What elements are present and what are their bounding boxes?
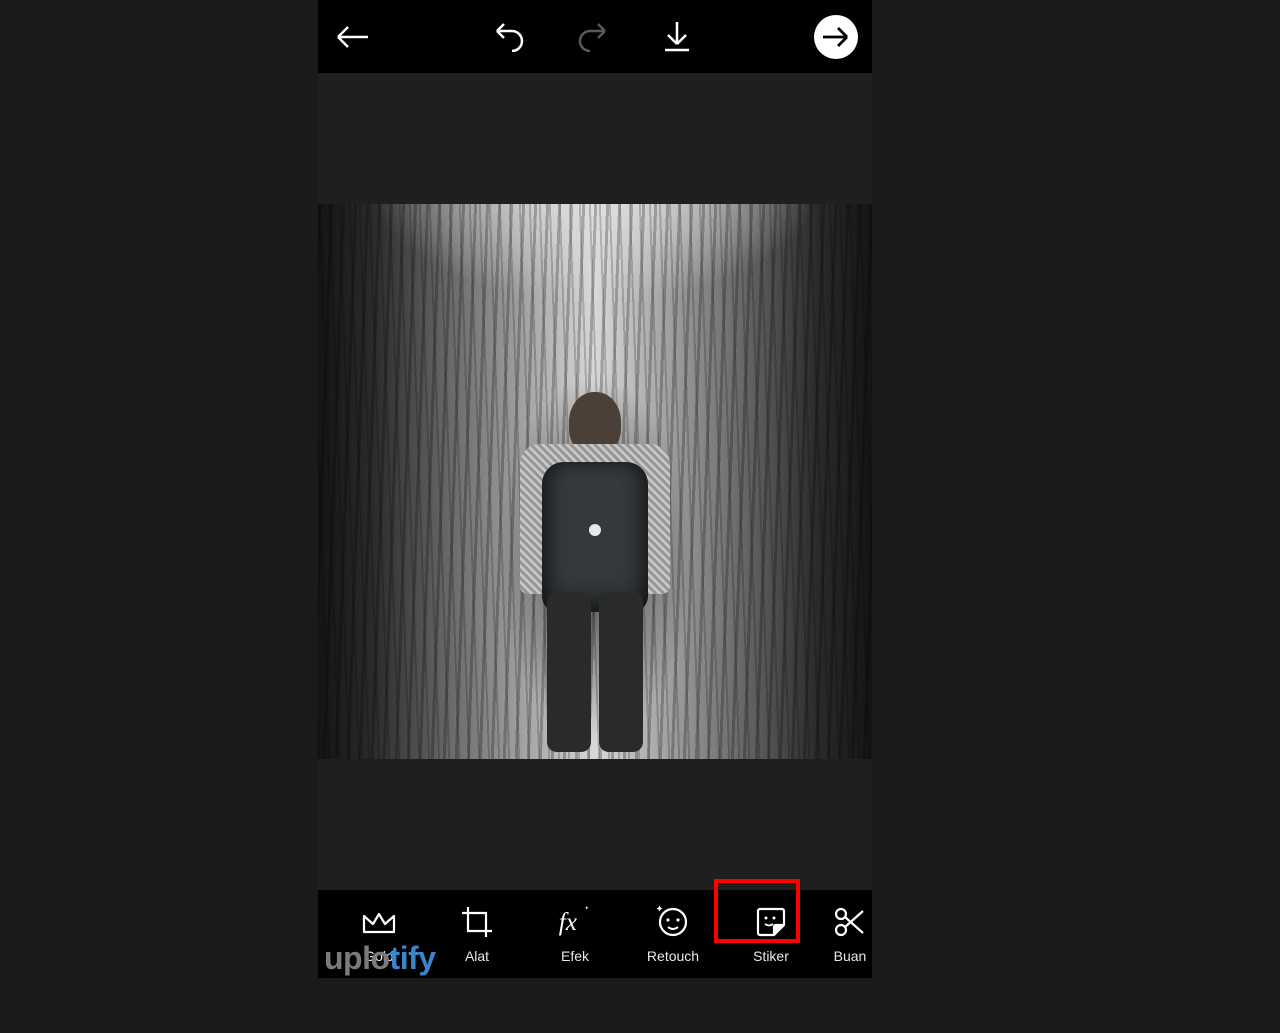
undo-button[interactable]	[489, 17, 529, 57]
topbar	[318, 0, 872, 73]
crop-icon	[459, 904, 495, 940]
arrow-right-icon	[821, 26, 851, 48]
tool-label: Alat	[465, 948, 489, 964]
face-icon	[655, 904, 691, 940]
tool-toolbar: Gold Alat fx Efek Retouch Stiker	[318, 890, 872, 978]
fx-icon: fx	[557, 904, 593, 940]
sticker-icon	[753, 904, 789, 940]
editor-app-frame: Gold Alat fx Efek Retouch Stiker	[318, 0, 872, 978]
tool-buan[interactable]: Buan	[820, 890, 872, 978]
tool-retouch[interactable]: Retouch	[624, 890, 722, 978]
tool-gold[interactable]: Gold	[330, 890, 428, 978]
download-icon	[662, 20, 692, 54]
redo-icon	[576, 22, 610, 52]
arrow-left-icon	[334, 23, 370, 51]
redo-button[interactable]	[573, 17, 613, 57]
tool-stiker[interactable]: Stiker	[722, 890, 820, 978]
next-button[interactable]	[814, 15, 858, 59]
svg-text:fx: fx	[559, 909, 577, 936]
tool-label: Buan	[834, 948, 867, 964]
tool-efek[interactable]: fx Efek	[526, 890, 624, 978]
crown-icon	[361, 904, 397, 940]
back-button[interactable]	[332, 17, 372, 57]
tool-label: Gold	[364, 948, 394, 964]
edited-photo	[318, 204, 872, 759]
cut-icon	[832, 904, 868, 940]
undo-icon	[492, 22, 526, 52]
canvas-area[interactable]	[318, 73, 872, 890]
photo-subject	[505, 392, 685, 752]
tool-label: Stiker	[753, 948, 789, 964]
tool-alat[interactable]: Alat	[428, 890, 526, 978]
tool-label: Efek	[561, 948, 589, 964]
download-button[interactable]	[657, 17, 697, 57]
tool-label: Retouch	[647, 948, 699, 964]
